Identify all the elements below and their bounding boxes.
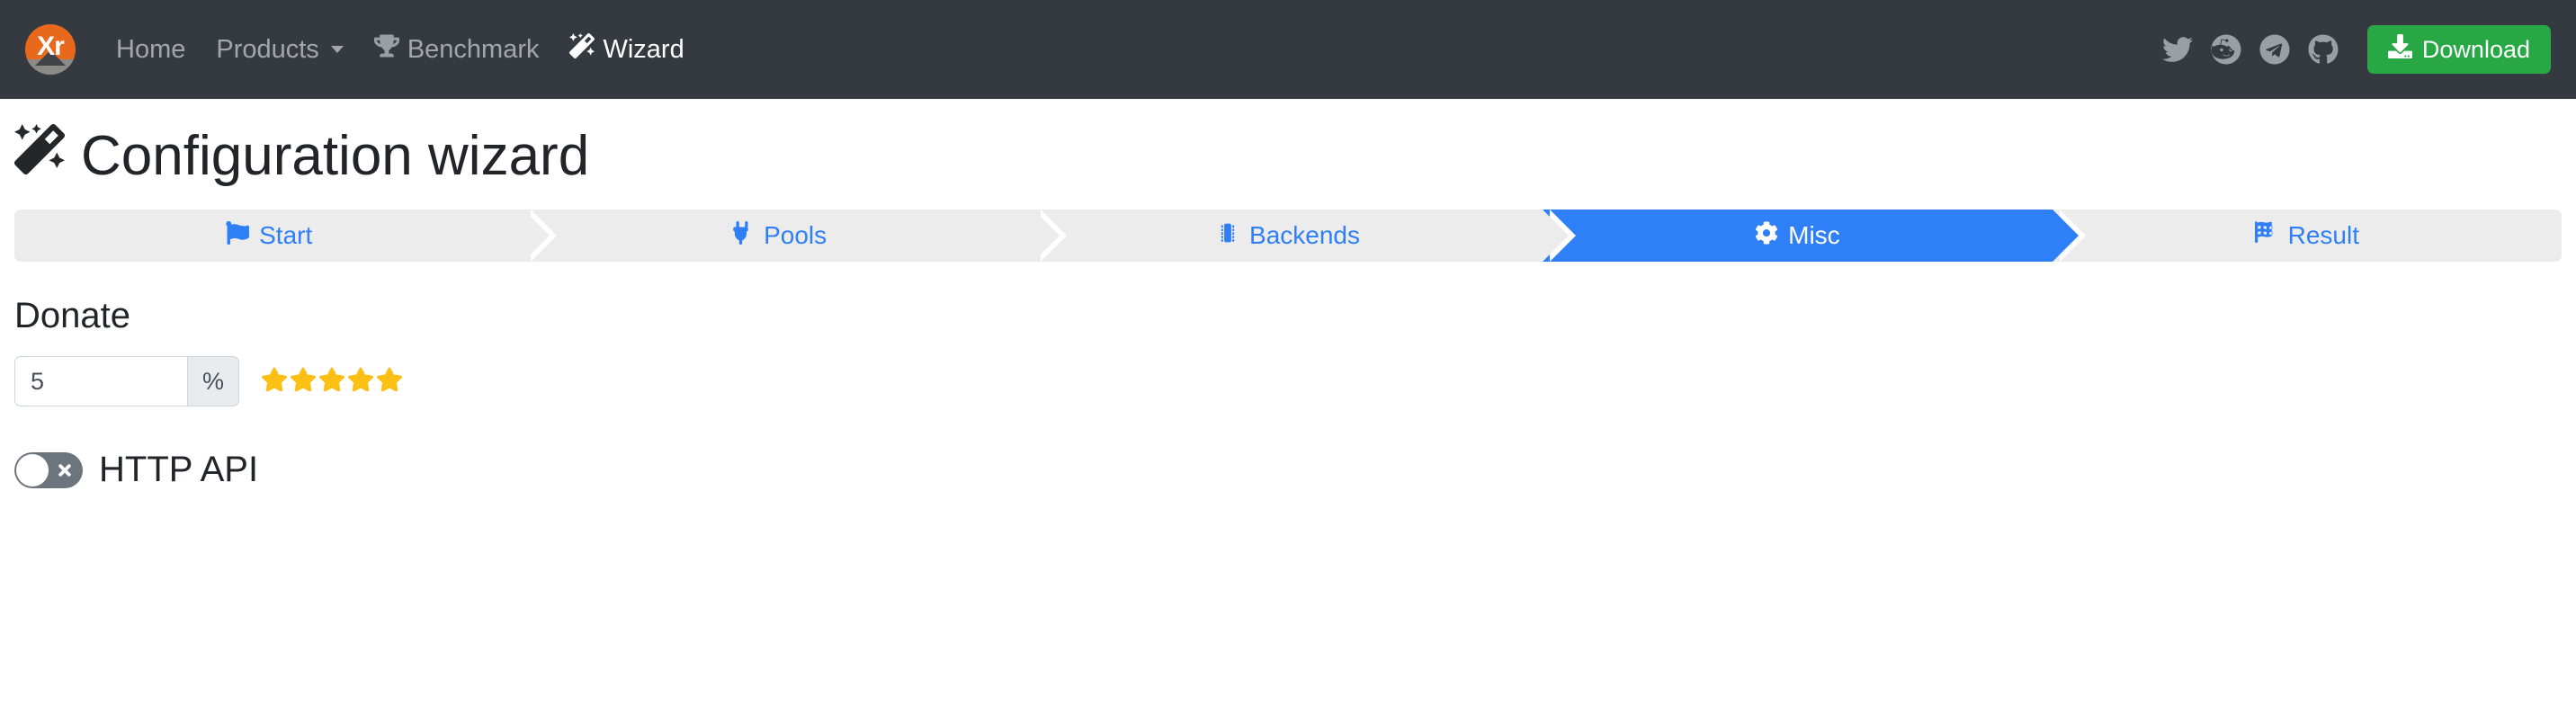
nav-link-benchmark-label: Benchmark — [407, 34, 540, 64]
wizard-step-result[interactable]: Result — [2052, 210, 2563, 262]
top-navbar: Xr Home Products Benchmark Wizard Downlo… — [0, 0, 2576, 99]
download-button[interactable]: Download — [2366, 25, 2551, 74]
wizard-step-start-label: Start — [259, 221, 313, 249]
wizard-step-result-label: Result — [2287, 221, 2360, 249]
magic-wand-icon — [14, 124, 65, 188]
wizard-steps: Start Pools Backends Misc Result — [14, 210, 2563, 262]
x-mark-icon — [56, 461, 74, 479]
http-api-toggle[interactable] — [14, 451, 83, 488]
wizard-step-start[interactable]: Start — [14, 210, 558, 262]
donate-row: % — [14, 356, 2576, 406]
http-api-label: HTTP API — [99, 450, 259, 489]
nav-links: Home Products Benchmark Wizard — [101, 33, 700, 66]
brand-logo-text: Xr — [37, 31, 65, 61]
reddit-icon[interactable] — [2202, 29, 2250, 70]
donate-rating-stars — [261, 366, 403, 397]
step-separator-arrow — [2052, 210, 2079, 262]
star-icon — [261, 366, 288, 397]
star-icon — [376, 366, 403, 397]
plug-icon — [730, 220, 754, 251]
chevron-down-icon — [330, 46, 344, 53]
wizard-step-pools[interactable]: Pools — [523, 210, 1067, 262]
memory-chip-icon — [1216, 221, 1239, 251]
download-icon — [2387, 34, 2412, 65]
wizard-step-pools-label: Pools — [764, 221, 827, 249]
http-api-row: HTTP API — [14, 450, 2576, 490]
telegram-icon[interactable] — [2250, 29, 2299, 70]
donate-section-title: Donate — [14, 296, 130, 335]
step-separator-arrow — [1033, 210, 1060, 262]
wizard-step-backends[interactable]: Backends — [1033, 210, 1577, 262]
nav-link-products-label: Products — [216, 34, 319, 64]
donate-percent-addon: % — [187, 356, 239, 406]
magic-wand-icon — [569, 33, 595, 66]
star-icon — [318, 366, 345, 397]
nav-link-wizard[interactable]: Wizard — [554, 33, 699, 66]
nav-link-home-label: Home — [116, 34, 186, 64]
brand-logo[interactable]: Xr — [25, 24, 76, 75]
nav-link-wizard-label: Wizard — [603, 34, 684, 64]
gear-icon — [1755, 220, 1778, 251]
wizard-step-backends-label: Backends — [1249, 221, 1360, 249]
donate-input-group: % — [14, 356, 239, 406]
flag-icon — [226, 220, 250, 251]
download-button-label: Download — [2421, 35, 2530, 63]
wizard-step-misc-label: Misc — [1788, 221, 1840, 249]
twitter-icon[interactable] — [2153, 29, 2202, 70]
wizard-step-misc[interactable]: Misc — [1543, 210, 2086, 262]
nav-link-benchmark[interactable]: Benchmark — [359, 33, 555, 66]
checkered-flag-icon — [2254, 220, 2278, 251]
donate-percent-input[interactable] — [14, 356, 187, 406]
star-icon — [290, 366, 317, 397]
page-title-text: Configuration wizard — [81, 125, 590, 187]
trophy-icon — [373, 33, 399, 66]
github-icon[interactable] — [2299, 29, 2348, 70]
step-separator-arrow — [1543, 210, 1570, 262]
nav-link-home[interactable]: Home — [101, 35, 201, 65]
page-title: Configuration wizard — [14, 124, 2576, 188]
step-separator-arrow — [523, 210, 550, 262]
navbar-right-group: Download — [2153, 25, 2551, 74]
toggle-knob — [16, 453, 49, 486]
nav-link-products[interactable]: Products — [201, 35, 358, 65]
star-icon — [347, 366, 374, 397]
